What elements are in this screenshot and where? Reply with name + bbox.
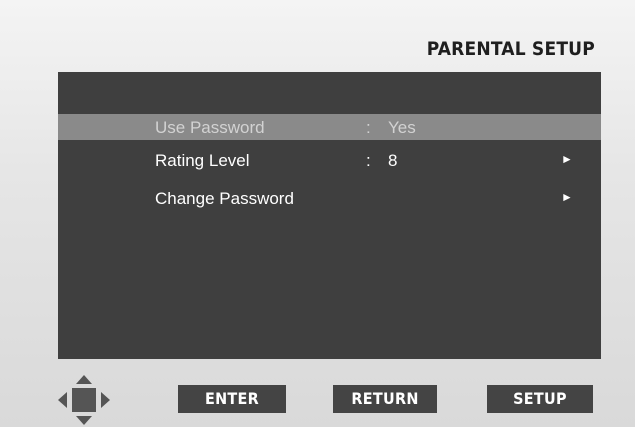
triangle-right-icon: ► [561,190,573,204]
triangle-right-icon: ► [561,152,573,166]
return-button[interactable]: RETURN [333,385,437,413]
dpad-arrows-icon [58,375,110,425]
setup-button[interactable]: SETUP [487,385,593,413]
menu-item-label: Use Password [155,118,265,137]
menu-item-use-password[interactable]: Use Password : Yes [58,114,601,140]
page-title: PARENTAL SETUP [426,38,595,60]
menu-item-change-password[interactable]: Change Password ► [58,185,601,211]
enter-button[interactable]: ENTER [178,385,286,413]
menu-item-value: Yes [388,118,416,137]
menu-item-separator: : [366,118,371,137]
menu-item-value: 8 [388,151,398,170]
menu-panel: Use Password : Yes Rating Level : 8 ► Ch… [58,72,601,359]
menu-item-label: Change Password [155,189,294,208]
menu-item-separator: : [366,151,371,170]
setup-screen: PARENTAL SETUP Use Password : Yes Rating… [0,0,635,427]
menu-item-label: Rating Level [155,151,250,170]
menu-item-rating-level[interactable]: Rating Level : 8 ► [58,147,601,173]
